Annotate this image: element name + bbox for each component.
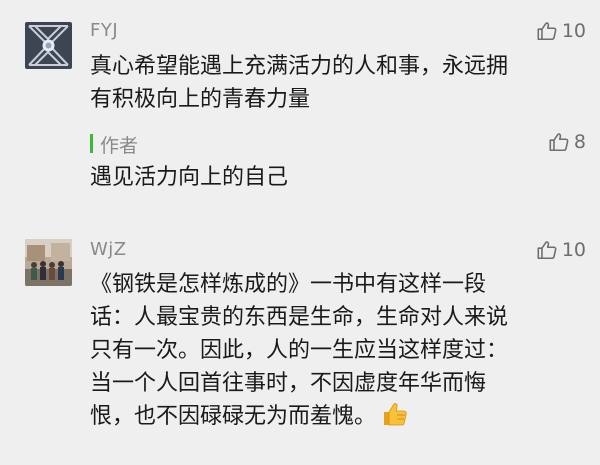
like-count: 10: [561, 20, 586, 42]
comment-text: 真心希望能遇上充满活力的人和事，永远拥 有积极向上的青春力量: [90, 50, 570, 116]
like-count: 8: [573, 131, 586, 153]
like-button[interactable]: 8: [548, 131, 586, 153]
comment-text-line: 当一个人回首往事时，不因虚度年华而悔: [90, 371, 487, 396]
thumb-up-outline-icon: [536, 239, 558, 261]
thumb-up-outline-icon: [548, 131, 570, 153]
comment-item: FYJ 10 真心希望能遇上充满活力的人和事，永远拥 有积极向上的青春力量 作者…: [0, 0, 600, 200]
comment-item: WjZ 10 《钢铁是怎样炼成的》一书中有这样一段 话：人最宝贵的东西是生命，生…: [0, 230, 600, 465]
author-reply-text: 遇见活力向上的自己: [90, 165, 289, 190]
like-count: 10: [561, 239, 586, 261]
thumb-up-outline-icon: [536, 20, 558, 42]
like-button[interactable]: 10: [536, 239, 586, 261]
author-label: 作者: [100, 135, 139, 157]
avatar[interactable]: [25, 22, 72, 69]
comment-text-line: 有积极向上的青春力量: [90, 87, 311, 112]
author-reply-indicator: [90, 134, 93, 153]
thumbs-up-emoji-icon: [382, 401, 408, 437]
comment-text-line: 《钢铁是怎样炼成的》一书中有这样一段: [90, 272, 487, 297]
comment-text-line: 真心希望能遇上充满活力的人和事，永远拥: [90, 54, 509, 79]
like-button[interactable]: 10: [536, 20, 586, 42]
comment-text-fragment: 恨，也不因碌碌无为而羞愧。: [90, 404, 377, 429]
avatar[interactable]: [25, 239, 72, 286]
comment-nickname: WjZ: [90, 239, 127, 260]
comment-text-line: 恨，也不因碌碌无为而羞愧。: [90, 400, 570, 437]
comment-text-line: 只有一次。因此，人的一生应当这样度过：: [90, 338, 509, 363]
comment-text: 《钢铁是怎样炼成的》一书中有这样一段 话：人最宝贵的东西是生命，生命对人来说 只…: [90, 268, 570, 437]
comment-text-line: 话：人最宝贵的东西是生命，生命对人来说: [90, 305, 509, 330]
comment-nickname: FYJ: [90, 20, 119, 41]
